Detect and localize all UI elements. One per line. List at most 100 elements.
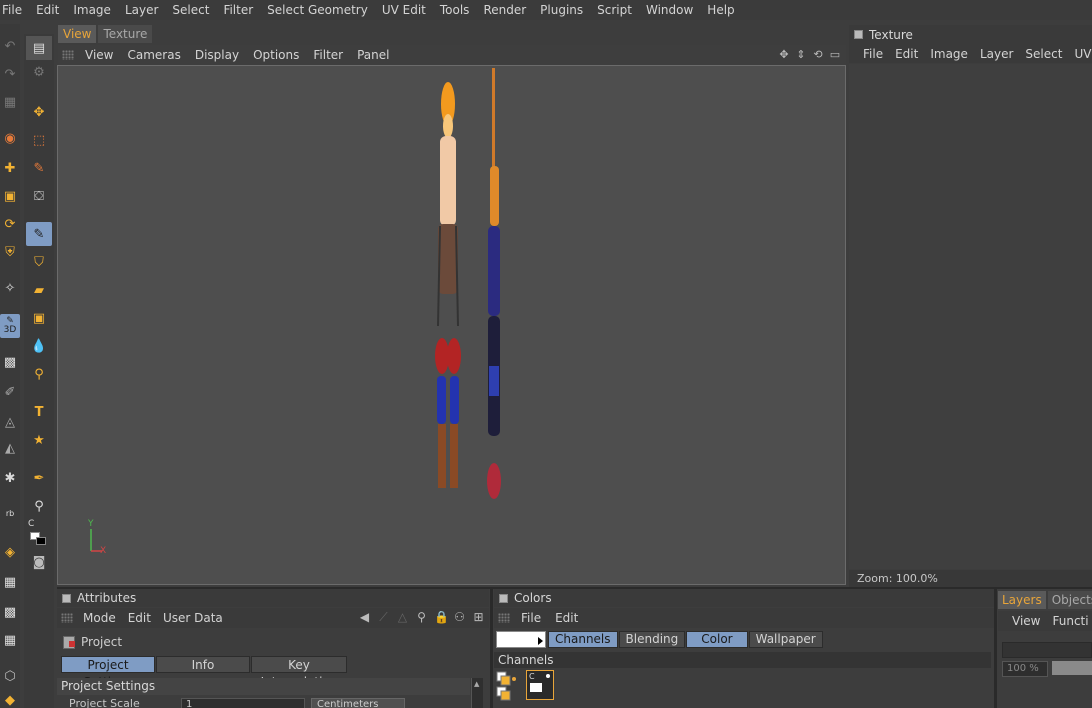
menu-help[interactable]: Help xyxy=(700,0,741,20)
viewport-menu-view[interactable]: View xyxy=(78,48,120,62)
checker-small-icon[interactable]: ▩ xyxy=(0,600,20,624)
texture-canvas[interactable] xyxy=(849,64,1092,569)
viewport-menu-filter[interactable]: Filter xyxy=(306,48,350,62)
magnify-icon[interactable]: ⚲ xyxy=(26,494,52,518)
layers-menu-functions[interactable]: Functi xyxy=(1046,614,1092,628)
tab-objects[interactable]: Objects xyxy=(1047,591,1092,609)
tab-color[interactable]: Color xyxy=(686,631,748,648)
tab-texture[interactable]: Texture xyxy=(98,25,153,43)
undo-icon[interactable]: ↶ xyxy=(0,34,20,58)
vertical-divider[interactable] xyxy=(490,589,493,708)
colors-menu-file[interactable]: File xyxy=(514,611,548,625)
scale-icon[interactable]: ▣ xyxy=(0,184,20,208)
orbit-icon[interactable]: ⟲ xyxy=(811,47,825,61)
menu-edit[interactable]: Edit xyxy=(29,0,66,20)
magic-brush-icon[interactable]: ✧ xyxy=(0,276,20,300)
viewport-menu-cameras[interactable]: Cameras xyxy=(120,48,187,62)
grip-icon[interactable] xyxy=(61,613,73,623)
lock-icon[interactable]: 🔒 xyxy=(434,610,449,625)
texture-menu-uv-edit[interactable]: UV E xyxy=(1068,47,1092,61)
checker-brush-icon[interactable]: ▩ xyxy=(0,350,20,374)
search-icon[interactable]: ⚲ xyxy=(415,610,428,625)
redo-icon[interactable]: ↷ xyxy=(0,62,20,86)
layer-blend-dropdown[interactable] xyxy=(1002,642,1092,658)
rb-badge-icon[interactable]: rb xyxy=(0,502,20,526)
menu-layer[interactable]: Layer xyxy=(118,0,165,20)
maximize-icon[interactable]: ▭ xyxy=(828,47,842,61)
lasso-icon[interactable]: ✎ xyxy=(26,156,52,180)
dolly-icon[interactable]: ⇕ xyxy=(794,47,808,61)
rect-select-icon[interactable]: ⬚ xyxy=(26,128,52,152)
scroll-up-icon[interactable]: ▲ xyxy=(474,680,479,688)
clone-stamp-icon[interactable]: ⛉ xyxy=(26,250,52,274)
fill-select-icon[interactable]: ⛋ xyxy=(26,184,52,208)
box-icon[interactable]: ⬡ xyxy=(0,664,20,688)
dim-tool-icon[interactable]: ⚙ xyxy=(26,60,52,84)
menu-filter[interactable]: Filter xyxy=(216,0,260,20)
eyedropper-icon[interactable]: ✒ xyxy=(26,466,52,490)
grip-icon[interactable] xyxy=(62,50,74,60)
viewport-menu-options[interactable]: Options xyxy=(246,48,306,62)
tab-channels[interactable]: Channels xyxy=(548,631,618,648)
opacity-input[interactable]: 100 % xyxy=(1002,661,1048,677)
menu-tools[interactable]: Tools xyxy=(433,0,477,20)
menu-file[interactable]: File xyxy=(0,0,29,20)
new-panel-icon[interactable]: ⊞ xyxy=(472,610,485,625)
menu-select[interactable]: Select xyxy=(165,0,216,20)
project-scale-input[interactable]: 1 xyxy=(181,698,305,708)
tab-blending[interactable]: Blending xyxy=(618,631,686,648)
color-preview[interactable] xyxy=(496,631,546,648)
tab-layers[interactable]: Layers xyxy=(998,591,1046,609)
zoom-icon[interactable]: ⚲ xyxy=(26,362,52,386)
menu-window[interactable]: Window xyxy=(639,0,700,20)
forward-arrow-icon[interactable]: ⟋ xyxy=(377,610,390,625)
grip-icon[interactable] xyxy=(498,613,510,623)
channel-thumbnail[interactable]: C xyxy=(526,670,554,700)
cube-icon[interactable]: ◈ xyxy=(0,540,20,564)
3d-viewport[interactable]: Y X xyxy=(57,65,846,585)
transform-icon[interactable]: ✥ xyxy=(26,100,52,124)
menu-plugins[interactable]: Plugins xyxy=(533,0,590,20)
fill-icon[interactable]: ▣ xyxy=(26,306,52,330)
texture-gear-icon[interactable]: ✱ xyxy=(0,466,20,490)
rotate-icon[interactable]: ⟳ xyxy=(0,212,20,236)
paint-3d-icon[interactable]: ✎ 3D xyxy=(0,314,20,338)
panel-menu-icon[interactable] xyxy=(62,593,71,603)
sketch-icon[interactable]: ✐ xyxy=(0,380,20,404)
tab-info[interactable]: Info xyxy=(156,656,250,673)
attributes-menu-mode[interactable]: Mode xyxy=(77,611,122,625)
attributes-menu-edit[interactable]: Edit xyxy=(122,611,157,625)
texture-menu-edit[interactable]: Edit xyxy=(889,47,924,61)
back-arrow-icon[interactable]: ◀ xyxy=(358,610,371,625)
text-icon[interactable]: T xyxy=(26,400,52,424)
color-swatch[interactable] xyxy=(28,530,48,546)
colors-menu-edit[interactable]: Edit xyxy=(548,611,585,625)
checkerboard-icon[interactable]: ▦ xyxy=(0,628,20,652)
tab-project-settings[interactable]: Project Settings xyxy=(61,656,155,689)
live-select-icon[interactable]: ◉ xyxy=(0,126,20,150)
unit-dropdown[interactable]: Centimeters xyxy=(311,698,405,708)
brush-icon[interactable]: ✎ xyxy=(26,222,52,246)
layers-menu-view[interactable]: View xyxy=(1006,614,1046,628)
menu-script[interactable]: Script xyxy=(590,0,639,20)
opacity-slider[interactable] xyxy=(1052,661,1092,675)
smear-icon[interactable]: 💧 xyxy=(26,334,52,358)
uv-polygon-icon[interactable]: ◬ xyxy=(0,410,20,434)
texture-menu-file[interactable]: File xyxy=(857,47,889,61)
attributes-scrollbar[interactable]: ▲ xyxy=(471,678,483,708)
tab-view[interactable]: View xyxy=(58,25,97,43)
plane-icon[interactable]: ◆ xyxy=(0,688,20,708)
model-mode-icon[interactable]: ▦ xyxy=(0,90,20,114)
texture-menu-select[interactable]: Select xyxy=(1019,47,1068,61)
section-header[interactable]: Project Settings xyxy=(57,678,470,695)
shape-icon[interactable]: ★ xyxy=(26,428,52,452)
menu-select-geometry[interactable]: Select Geometry xyxy=(260,0,375,20)
background-color[interactable] xyxy=(36,537,46,545)
menu-image[interactable]: Image xyxy=(66,0,118,20)
pan-icon[interactable]: ✥ xyxy=(777,47,791,61)
vertical-divider[interactable] xyxy=(994,589,997,708)
panel-menu-icon[interactable] xyxy=(854,30,863,39)
up-arrow-icon[interactable]: △ xyxy=(396,610,409,625)
layout-icon[interactable]: ▤ xyxy=(26,36,52,60)
tab-wallpaper[interactable]: Wallpaper xyxy=(748,631,823,648)
